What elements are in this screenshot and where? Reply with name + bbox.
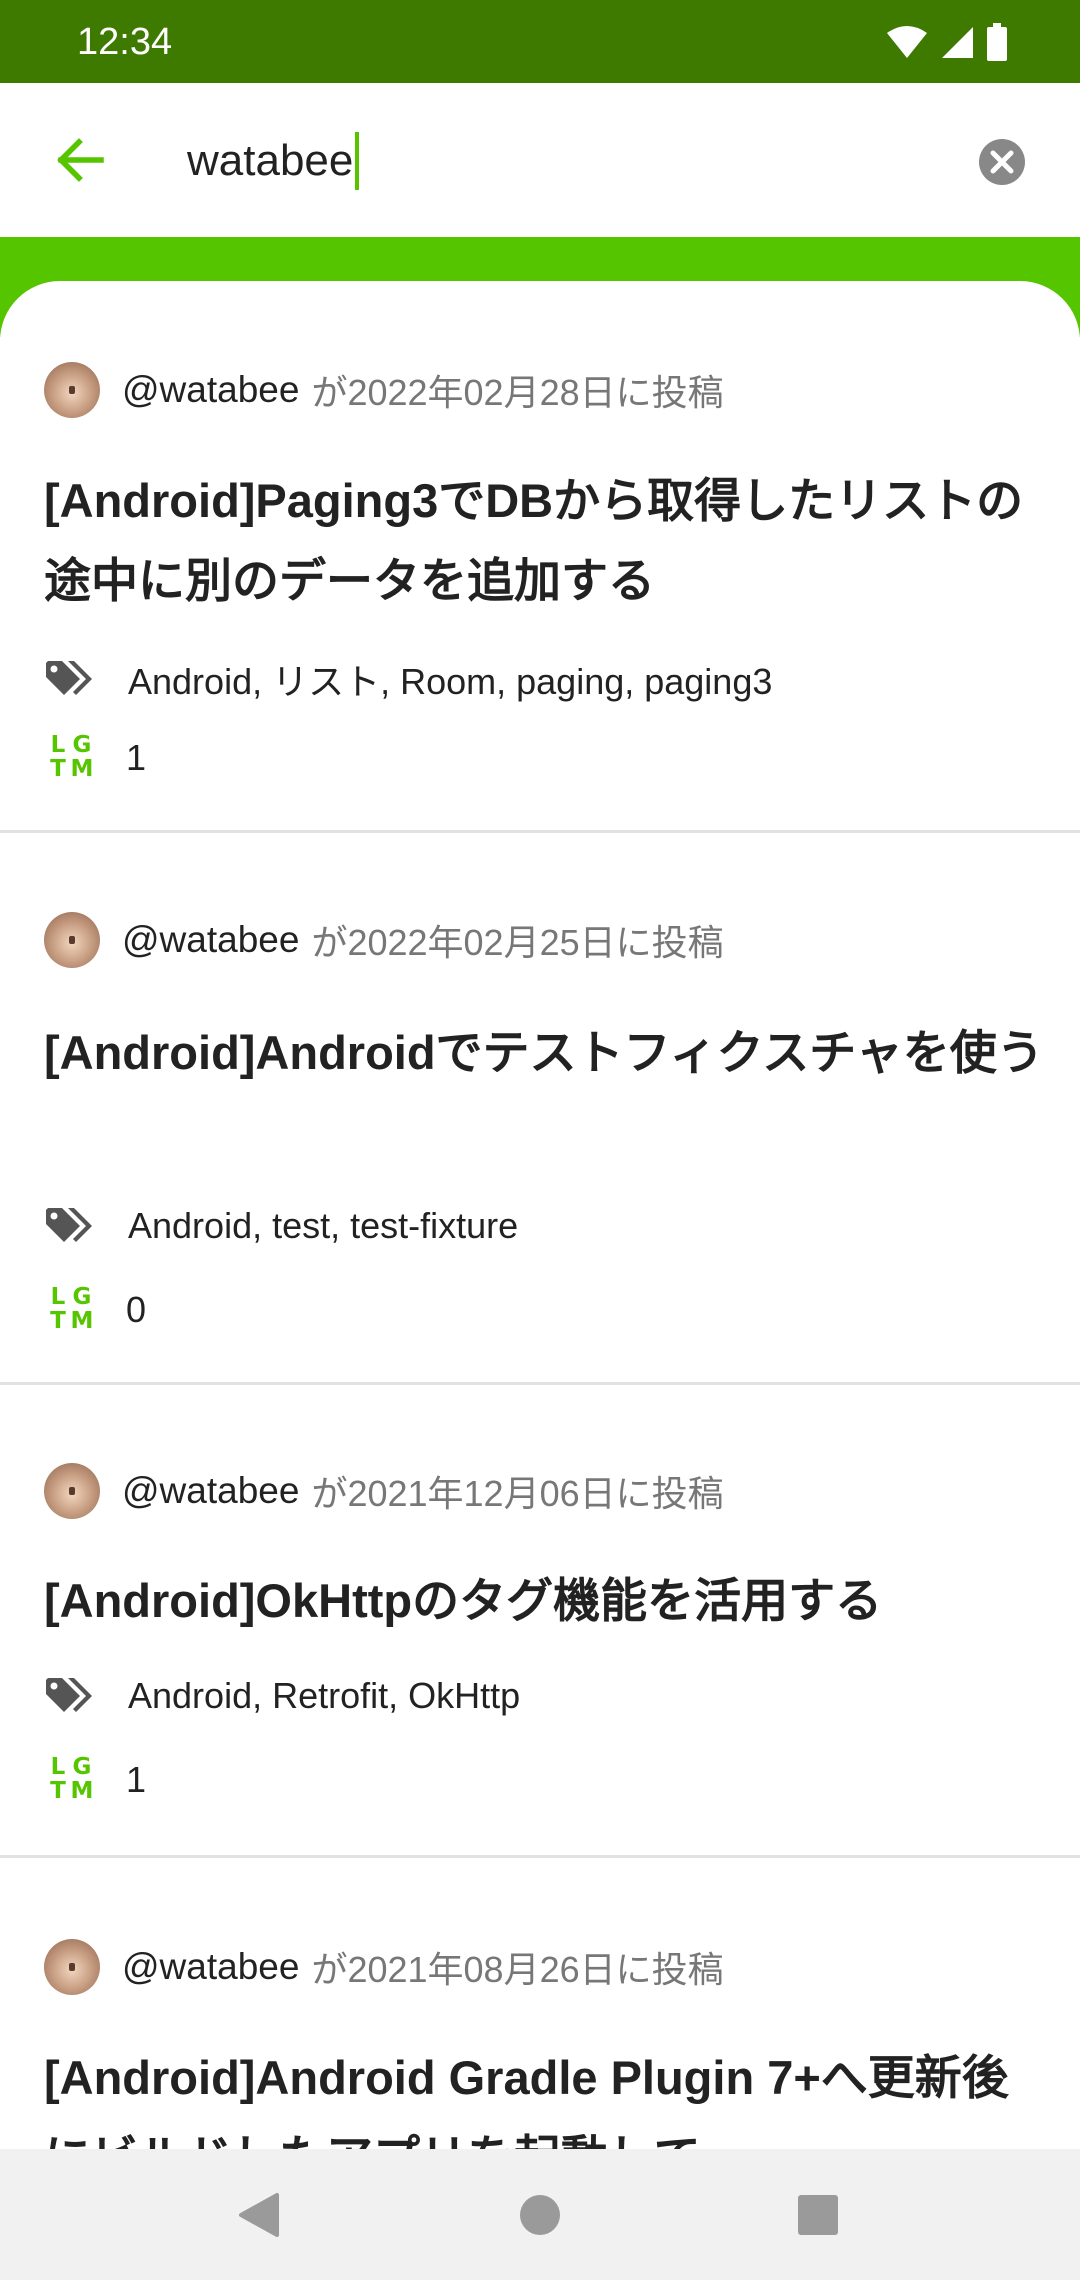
- post-meta: @watabee が2021年08月26日に投稿: [44, 1939, 724, 1995]
- close-circle-icon: [979, 139, 1025, 185]
- tag-icon: [46, 1208, 92, 1242]
- status-bar: 12:34: [0, 0, 1080, 83]
- lgtm-logo-letter-g: G: [72, 1284, 92, 1310]
- author-name[interactable]: @watabee: [122, 369, 299, 411]
- search-app-bar: [0, 83, 1080, 237]
- signal-icon: [942, 27, 973, 58]
- avatar[interactable]: [44, 1939, 100, 1995]
- status-icons: [886, 22, 1008, 62]
- lgtm-row: LGTM 1: [46, 734, 146, 782]
- lgtm-logo-letter-l: L: [50, 732, 66, 758]
- lgtm-logo-letter-m: M: [70, 756, 94, 782]
- post-meta: @watabee が2021年12月06日に投稿: [44, 1463, 724, 1519]
- lgtm-logo-letter-g: G: [72, 732, 92, 758]
- status-time: 12:34: [77, 21, 173, 63]
- tags-list: Android, test, test-fixture: [128, 1205, 519, 1246]
- recents-square-icon: [798, 2195, 838, 2235]
- lgtm-row: LGTM 1: [46, 1756, 146, 1804]
- lgtm-logo-letter-l: L: [50, 1284, 66, 1310]
- avatar[interactable]: [44, 912, 100, 968]
- author-name[interactable]: @watabee: [122, 1470, 299, 1512]
- lgtm-logo-letter-m: M: [70, 1308, 94, 1334]
- nav-home-button[interactable]: [506, 2181, 574, 2249]
- clear-search-button[interactable]: [970, 130, 1034, 194]
- lgtm-logo-letter-t: T: [50, 1778, 66, 1804]
- lgtm-icon: LGTM: [46, 734, 94, 782]
- post-title[interactable]: [Android]Paging3でDBから取得したリストの途中に別のデータを追加…: [44, 461, 1044, 621]
- wifi-icon: [887, 26, 927, 58]
- post-meta: @watabee が2022年02月25日に投稿: [44, 912, 724, 968]
- lgtm-logo-letter-t: T: [50, 756, 66, 782]
- lgtm-logo-letter-l: L: [50, 1754, 66, 1780]
- lgtm-logo-letter-t: T: [50, 1308, 66, 1334]
- tags-row: Android, リスト, Room, paging, paging3: [44, 653, 772, 705]
- list-item[interactable]: @watabee が2022年02月25日に投稿 [Android]Androi…: [0, 833, 1080, 1385]
- post-date: が2022年02月28日に投稿: [311, 372, 724, 413]
- post-title[interactable]: [Android]Android Gradle Plugin 7+へ更新後にビル…: [44, 2038, 1044, 2149]
- list-item[interactable]: @watabee が2021年08月26日に投稿 [Android]Androi…: [0, 1858, 1080, 2149]
- author-name[interactable]: @watabee: [122, 919, 299, 961]
- nav-back-button[interactable]: [224, 2181, 292, 2249]
- lgtm-icon: LGTM: [46, 1286, 94, 1334]
- tag-icon: [46, 1678, 92, 1712]
- lgtm-count: 1: [126, 1759, 147, 1800]
- post-title[interactable]: [Android]OkHttpのタグ機能を活用する: [44, 1561, 1044, 1641]
- post-date: が2021年12月06日に投稿: [311, 1473, 724, 1514]
- arrow-left-icon: [57, 138, 104, 182]
- tags-row: Android, Retrofit, OkHttp: [44, 1675, 520, 1717]
- battery-icon: [987, 23, 1007, 61]
- tags-list: Android, リスト, Room, paging, paging3: [128, 661, 773, 702]
- tags-row: Android, test, test-fixture: [44, 1205, 518, 1247]
- tags-list: Android, Retrofit, OkHttp: [128, 1675, 521, 1716]
- lgtm-count: 0: [126, 1289, 147, 1330]
- home-circle-icon: [520, 2195, 560, 2235]
- avatar[interactable]: [44, 362, 100, 418]
- lgtm-row: LGTM 0: [46, 1286, 146, 1334]
- list-item[interactable]: @watabee が2022年02月28日に投稿 [Android]Paging…: [0, 281, 1080, 833]
- back-button[interactable]: [40, 120, 120, 200]
- lgtm-logo-letter-m: M: [70, 1778, 94, 1804]
- post-date: が2022年02月25日に投稿: [311, 922, 724, 963]
- avatar[interactable]: [44, 1463, 100, 1519]
- post-title[interactable]: [Android]Androidでテストフィクスチャを使う: [44, 1013, 1044, 1093]
- search-results-list: @watabee が2022年02月28日に投稿 [Android]Paging…: [0, 281, 1080, 2149]
- lgtm-count: 1: [126, 737, 147, 778]
- author-name[interactable]: @watabee: [122, 1946, 299, 1988]
- nav-recents-button[interactable]: [784, 2181, 852, 2249]
- system-navigation-bar: [0, 2149, 1080, 2280]
- post-meta: @watabee が2022年02月28日に投稿: [44, 362, 724, 418]
- text-cursor: [355, 132, 359, 190]
- list-item[interactable]: @watabee が2021年12月06日に投稿 [Android]OkHttp…: [0, 1385, 1080, 1858]
- lgtm-icon: LGTM: [46, 1756, 94, 1804]
- lgtm-logo-letter-g: G: [72, 1754, 92, 1780]
- tag-icon: [46, 661, 92, 695]
- back-triangle-icon: [239, 2193, 279, 2237]
- post-date: が2021年08月26日に投稿: [311, 1949, 724, 1990]
- search-input[interactable]: [187, 123, 947, 199]
